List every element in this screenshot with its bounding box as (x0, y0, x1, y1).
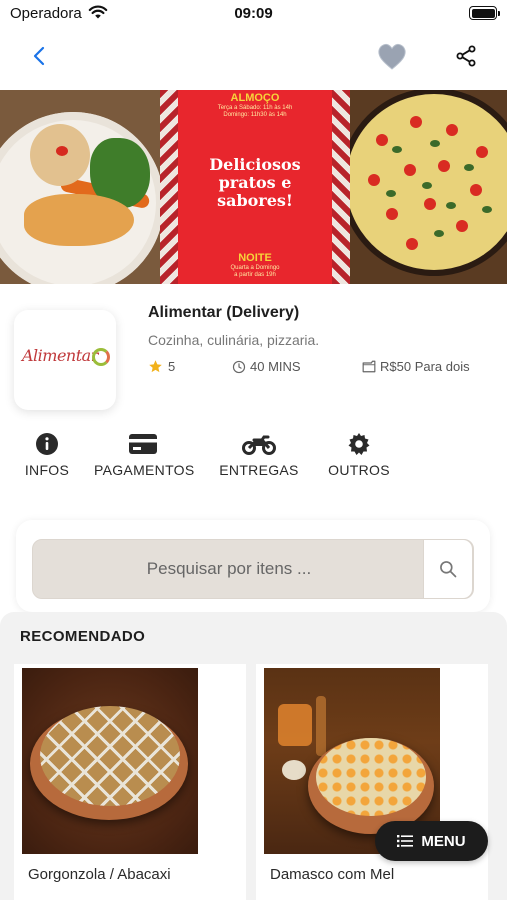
product-card[interactable]: Gorgonzola / Abacaxi (14, 664, 246, 900)
tab-entregas[interactable]: ENTREGAS (216, 432, 302, 480)
share-button[interactable] (454, 44, 478, 68)
tab-infos[interactable]: INFOS (20, 432, 74, 480)
tab-pagamentos[interactable]: PAGAMENTOS (94, 432, 195, 480)
favorite-button[interactable] (376, 42, 408, 72)
tab-pagamentos-label: PAGAMENTOS (94, 462, 195, 478)
product-name: Damasco com Mel (270, 866, 395, 883)
credit-card-icon (129, 434, 157, 454)
restaurant-logo: Alimentar (14, 310, 116, 410)
banner-lunch-title: ALMOÇO (230, 92, 280, 104)
banner-lunch-hours: Terça a Sábado: 11h às 14h Domingo: 11h3… (217, 105, 293, 118)
status-bar: Operadora 09:09 (0, 0, 507, 28)
star-icon (149, 360, 162, 373)
nav-bar (0, 30, 507, 82)
banner-night-title: NOITE (238, 252, 272, 264)
banner-photo-dish (0, 90, 160, 284)
recommended-title: RECOMENDADO (20, 628, 146, 645)
search-box (32, 539, 474, 599)
restaurant-banner: ALMOÇO Terça a Sábado: 11h às 14h Doming… (0, 90, 507, 284)
banner-schedule: ALMOÇO Terça a Sábado: 11h às 14h Doming… (178, 90, 332, 284)
product-card[interactable]: Damasco com Mel (256, 664, 488, 900)
tab-outros-label: OUTROS (328, 462, 390, 478)
heart-icon (378, 43, 406, 70)
price-for-two: R$50 Para dois (362, 359, 470, 374)
tab-outros[interactable]: OUTROS (326, 432, 392, 480)
product-image (22, 668, 198, 854)
info-icon (36, 433, 58, 455)
product-name: Gorgonzola / Abacaxi (28, 866, 171, 883)
motorcycle-icon (242, 435, 276, 455)
logo-mark (92, 348, 110, 366)
price-for-two-value: R$50 Para dois (380, 359, 470, 374)
banner-stripe (160, 90, 178, 284)
banner-night-hours: Quarta a Domingo a partir das 19h (230, 265, 280, 278)
gear-icon (348, 433, 370, 455)
banner-headline: Deliciosos pratos e sabores! (209, 155, 301, 210)
tab-entregas-label: ENTREGAS (219, 462, 299, 478)
search-icon (440, 561, 457, 578)
list-icon (397, 835, 414, 847)
rating-value: 5 (168, 359, 176, 374)
battery-icon (469, 6, 500, 20)
search-input[interactable] (33, 540, 425, 598)
delivery-time-value: 40 MINS (250, 359, 301, 374)
restaurant-name: Alimentar (Delivery) (148, 304, 300, 321)
clock: 09:09 (234, 5, 273, 22)
menu-button[interactable]: MENU (375, 821, 488, 861)
delivery-time: 40 MINS (232, 359, 301, 374)
restaurant-rating: 5 (148, 359, 175, 374)
wallet-icon (362, 360, 376, 373)
banner-stripe (332, 90, 350, 284)
restaurant-cuisine: Cozinha, culinária, pizzaria. (148, 332, 320, 348)
tab-infos-label: INFOS (24, 462, 70, 478)
search-button[interactable] (423, 539, 473, 599)
banner-photo-pizza (350, 90, 507, 284)
menu-button-label: MENU (421, 832, 466, 850)
clock-icon (232, 360, 246, 373)
back-button[interactable] (28, 44, 52, 68)
